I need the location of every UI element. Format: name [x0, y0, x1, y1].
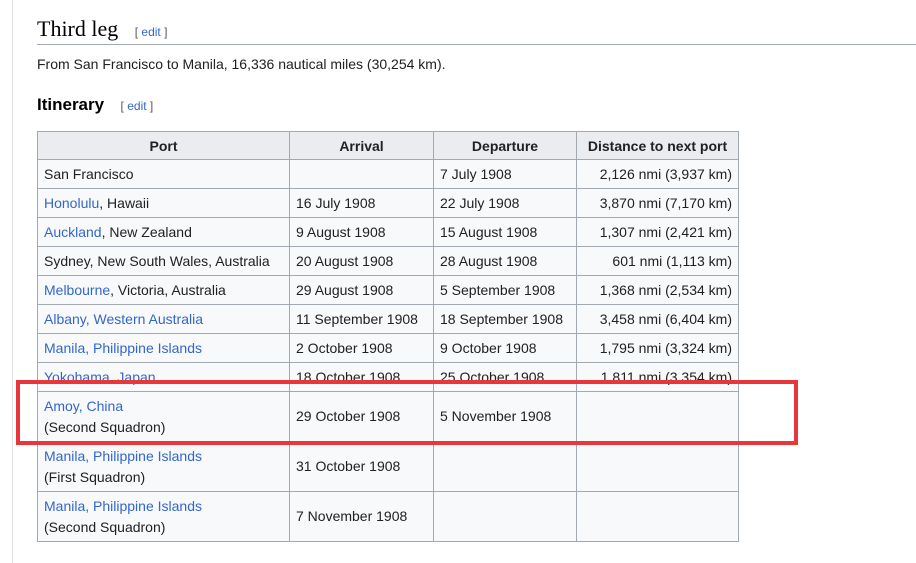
cell-port: Melbourne, Victoria, Australia — [37, 275, 290, 305]
cell-departure — [433, 441, 577, 492]
port-text: , New Zealand — [101, 224, 192, 240]
table-row: Honolulu, Hawaii 16 July 1908 22 July 1908… — [37, 188, 739, 218]
cell-arrival: 18 October 1908 — [289, 362, 434, 392]
cell-departure: 28 August 1908 — [433, 246, 577, 276]
port-link[interactable]: Manila, Philippine Islands — [44, 448, 202, 464]
table-row: Yokohama, Japan 18 October 1908 25 October… — [37, 362, 739, 392]
cell-departure: 15 August 1908 — [433, 217, 577, 247]
cell-departure: 22 July 1908 — [433, 188, 577, 218]
subsection-edit-link[interactable]: edit — [127, 99, 146, 113]
port-link[interactable]: Auckland — [44, 224, 102, 240]
cell-port: Yokohama, Japan — [37, 362, 290, 392]
cell-distance: 3,870 nmi (7,170 km) — [576, 188, 739, 218]
cell-departure — [433, 491, 577, 542]
port-text: , Hawaii — [99, 195, 150, 211]
header-arrival: Arrival — [289, 131, 434, 160]
table-row: Amoy, China (Second Squadron) 29 October 1… — [37, 391, 739, 442]
section-heading: Third leg [ edit ] — [37, 14, 916, 45]
cell-distance: 1,307 nmi (2,421 km) — [576, 217, 739, 247]
cell-arrival: 29 August 1908 — [289, 275, 434, 305]
cell-distance: 1,795 nmi (3,324 km) — [576, 333, 739, 363]
port-text: Sydney, New South Wales, Australia — [44, 253, 270, 269]
cell-distance — [576, 491, 739, 542]
port-link[interactable]: Manila, Philippine Islands — [44, 498, 202, 514]
port-text: San Francisco — [44, 166, 134, 182]
cell-port: Auckland, New Zealand — [37, 217, 290, 247]
table-row: Manila, Philippine Islands (Second Squadr… — [37, 491, 739, 542]
subsection-title: Itinerary — [37, 95, 105, 114]
section-intro: From San Francisco to Manila, 16,336 nau… — [37, 56, 446, 72]
cell-departure: 18 September 1908 — [433, 304, 577, 334]
itinerary-table: Port Arrival Departure Distance to next … — [37, 131, 739, 542]
table-body: San Francisco 7 July 1908 2,126 nmi (3,937… — [37, 159, 739, 542]
cell-port: Amoy, China (Second Squadron) — [37, 391, 290, 442]
port-note: (Second Squadron) — [44, 418, 166, 435]
cell-distance: 3,458 nmi (6,404 km) — [576, 304, 739, 334]
table-row: Manila, Philippine Islands 2 October 1908… — [37, 333, 739, 363]
cell-arrival: 31 October 1908 — [289, 441, 434, 492]
cell-port: San Francisco — [37, 159, 290, 189]
cell-distance — [576, 441, 739, 492]
cell-port: Manila, Philippine Islands — [37, 333, 290, 363]
cell-departure: 25 October 1908 — [433, 362, 577, 392]
cell-arrival: 16 July 1908 — [289, 188, 434, 218]
port-note: (Second Squadron) — [44, 518, 166, 535]
subsection-heading: Itinerary [ edit ] — [37, 93, 153, 117]
cell-arrival: 29 October 1908 — [289, 391, 434, 442]
port-link[interactable]: Manila, Philippine Islands — [44, 340, 202, 356]
cell-arrival: 11 September 1908 — [289, 304, 434, 334]
content-left-border — [12, 0, 13, 563]
cell-port: Manila, Philippine Islands (Second Squadr… — [37, 491, 290, 542]
section-title: Third leg — [37, 16, 119, 41]
cell-port: Manila, Philippine Islands (First Squadro… — [37, 441, 290, 492]
cell-departure: 5 September 1908 — [433, 275, 577, 305]
cell-port: Albany, Western Australia — [37, 304, 290, 334]
section-edit-link[interactable]: edit — [141, 25, 160, 39]
port-link[interactable]: Yokohama, Japan — [44, 369, 156, 385]
table-row: Manila, Philippine Islands (First Squadro… — [37, 441, 739, 492]
header-departure: Departure — [433, 131, 577, 160]
port-link[interactable]: Melbourne — [44, 282, 110, 298]
cell-departure: 7 July 1908 — [433, 159, 577, 189]
table-row: Sydney, New South Wales, Australia 20 Aug… — [37, 246, 739, 276]
cell-departure: 5 November 1908 — [433, 391, 577, 442]
cell-arrival: 20 August 1908 — [289, 246, 434, 276]
section-edit: [ edit ] — [134, 25, 168, 39]
cell-distance — [576, 391, 739, 442]
cell-distance: 2,126 nmi (3,937 km) — [576, 159, 739, 189]
cell-distance: 1,368 nmi (2,534 km) — [576, 275, 739, 305]
header-port: Port — [37, 131, 290, 160]
subsection-edit: [ edit ] — [120, 99, 154, 113]
table-row: Albany, Western Australia 11 September 19… — [37, 304, 739, 334]
cell-arrival: 7 November 1908 — [289, 491, 434, 542]
port-note: (First Squadron) — [44, 468, 146, 485]
header-distance: Distance to next port — [576, 131, 739, 160]
table-header-row: Port Arrival Departure Distance to next … — [37, 131, 739, 160]
port-link[interactable]: Amoy, China — [44, 398, 123, 414]
table-row: Melbourne, Victoria, Australia 29 August … — [37, 275, 739, 305]
cell-arrival: 2 October 1908 — [289, 333, 434, 363]
cell-port: Sydney, New South Wales, Australia — [37, 246, 290, 276]
cell-departure: 9 October 1908 — [433, 333, 577, 363]
port-link[interactable]: Albany, Western Australia — [44, 311, 203, 327]
table-row: Auckland, New Zealand 9 August 1908 15 Aug… — [37, 217, 739, 247]
cell-distance: 1,811 nmi (3,354 km) — [576, 362, 739, 392]
cell-arrival — [289, 159, 434, 189]
cell-port: Honolulu, Hawaii — [37, 188, 290, 218]
table-row: San Francisco 7 July 1908 2,126 nmi (3,937… — [37, 159, 739, 189]
port-text: , Victoria, Australia — [110, 282, 226, 298]
port-link[interactable]: Honolulu — [44, 195, 99, 211]
cell-distance: 601 nmi (1,113 km) — [576, 246, 739, 276]
cell-arrival: 9 August 1908 — [289, 217, 434, 247]
